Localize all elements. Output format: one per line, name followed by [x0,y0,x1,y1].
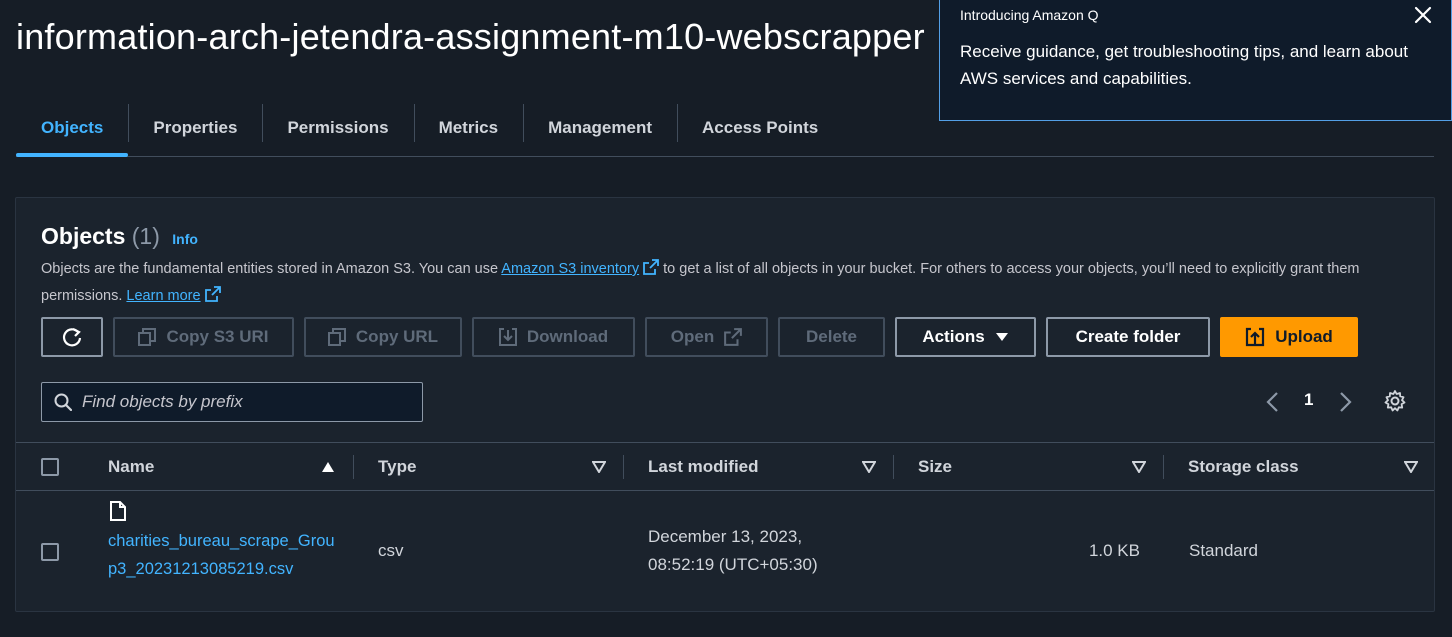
column-divider [353,455,354,479]
panel-title-text: Objects [41,223,126,249]
copy-url-button[interactable]: Copy URL [304,317,462,357]
page-title: information-arch-jetendra-assignment-m10… [16,16,925,57]
previous-page-button[interactable] [1264,386,1282,418]
copy-s3-uri-label: Copy S3 URI [166,327,269,346]
actions-dropdown[interactable]: Actions [895,317,1036,357]
refresh-icon [62,328,82,347]
tab-permissions[interactable]: Permissions [262,100,413,156]
copy-icon [138,328,157,346]
actions-label: Actions [922,327,985,346]
amazon-q-popover: Introducing Amazon Q Receive guidance, g… [939,0,1452,121]
description-text-1: Objects are the fundamental entities sto… [41,261,502,277]
object-last-modified-date: December 13, 2023, [648,527,803,546]
next-page-button[interactable] [1336,386,1354,418]
sort-toggle-icon[interactable] [862,461,876,473]
s3-bucket-page: information-arch-jetendra-assignment-m10… [0,0,1452,637]
row-checkbox[interactable] [41,543,59,561]
column-divider [893,455,894,479]
copy-url-label: Copy URL [355,327,439,346]
search-box [41,382,423,422]
current-page[interactable]: 1 [1304,390,1313,410]
object-count: (1) [131,223,160,249]
download-label: Download [526,327,609,346]
column-header-type[interactable]: Type [378,443,416,491]
delete-button[interactable]: Delete [778,317,885,357]
column-header-size[interactable]: Size [918,443,952,491]
s3-inventory-link[interactable]: Amazon S3 inventory [501,259,660,277]
info-link[interactable]: Info [172,231,198,247]
column-header-last-modified[interactable]: Last modified [648,443,759,491]
tab-objects[interactable]: Objects [16,100,129,157]
sort-ascending-icon[interactable] [321,461,335,473]
s3-inventory-label: Amazon S3 inventory [501,261,640,277]
column-header-storage-class[interactable]: Storage class [1188,443,1299,491]
create-folder-label: Create folder [1075,327,1181,346]
download-button[interactable]: Download [472,317,635,357]
search-icon [54,393,72,411]
gear-icon [1384,390,1406,412]
learn-more-label: Learn more [126,288,201,304]
file-icon [110,501,126,521]
amazon-q-body: Receive guidance, get troubleshooting ti… [960,42,1408,88]
upload-icon [1246,327,1265,347]
refresh-button[interactable] [41,317,103,357]
external-link-icon [643,259,660,284]
sort-toggle-icon[interactable] [592,461,606,473]
panel-description: Objects are the fundamental entities sto… [41,257,1416,311]
table-header: Name Type Last modified Size Storage cla… [16,442,1434,491]
learn-more-link[interactable]: Learn more [126,286,221,304]
object-type: csv [378,541,404,560]
create-folder-button[interactable]: Create folder [1046,317,1210,357]
tab-access-points[interactable]: Access Points [677,100,843,156]
objects-panel: Objects (1) Info Objects are the fundame… [15,197,1435,612]
table-row: charities_bureau_scrape_Group3_202312130… [16,491,1434,611]
download-icon [498,328,517,346]
select-all-checkbox[interactable] [41,458,59,476]
delete-label: Delete [805,327,858,346]
object-name-link[interactable]: charities_bureau_scrape_Group3_202312130… [108,527,338,583]
tab-metrics[interactable]: Metrics [413,100,524,156]
object-storage-class: Standard [1189,541,1258,560]
column-header-name[interactable]: Name [108,443,154,491]
open-label: Open [670,327,715,346]
sort-toggle-icon[interactable] [1132,461,1146,473]
copy-icon [327,328,346,346]
amazon-q-title: Introducing Amazon Q [960,7,1099,23]
open-button[interactable]: Open [645,317,768,357]
panel-title: Objects (1) Info [41,223,198,250]
caret-down-icon [995,333,1008,341]
tab-management[interactable]: Management [523,100,677,156]
upload-button[interactable]: Upload [1220,317,1358,357]
column-divider [1163,455,1164,479]
upload-label: Upload [1275,327,1333,346]
external-link-icon [204,286,221,311]
search-input[interactable] [82,392,402,412]
object-last-modified-time: 08:52:19 (UTC+05:30) [648,555,818,574]
chevron-left-icon [1266,392,1278,412]
tab-properties[interactable]: Properties [128,100,262,156]
chevron-right-icon [1340,392,1352,412]
column-divider [623,455,624,479]
close-icon[interactable] [1413,5,1433,29]
copy-s3-uri-button[interactable]: Copy S3 URI [113,317,294,357]
sort-toggle-icon[interactable] [1404,461,1418,473]
object-size: 1.0 KB [1088,541,1140,560]
settings-button[interactable] [1383,389,1407,418]
external-link-icon [724,328,743,346]
